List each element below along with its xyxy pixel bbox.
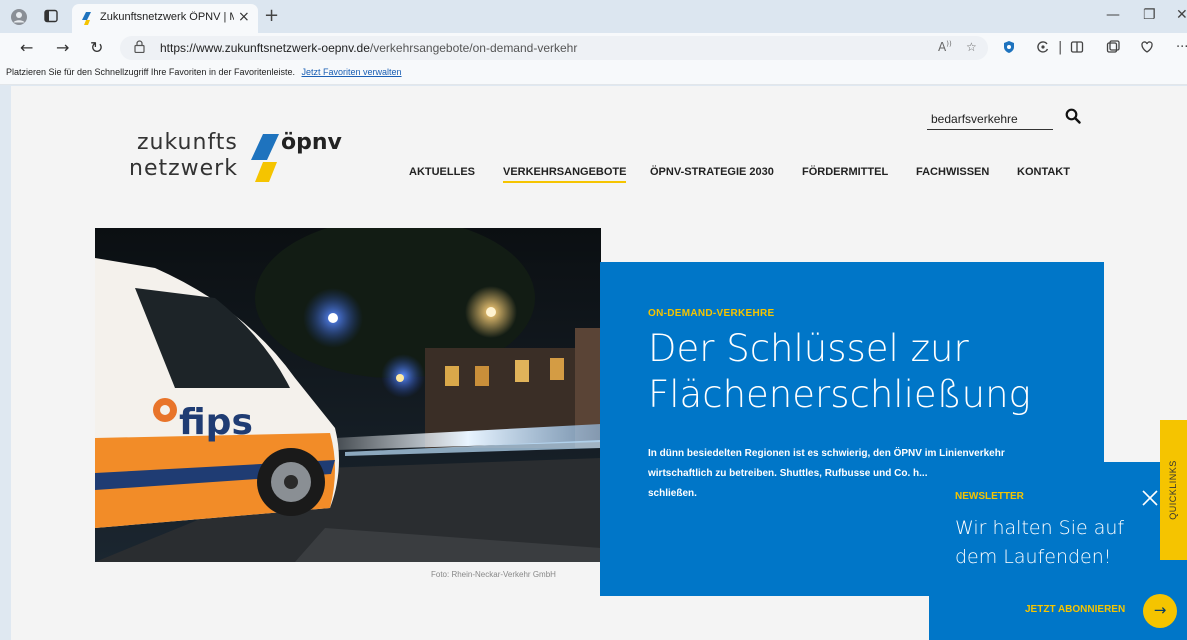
hero-headline: Der Schlüssel zur Flächenerschließung — [648, 327, 1031, 416]
nav-item-foerdermittel[interactable]: FÖRDERMITTEL — [802, 166, 888, 178]
subscribe-link[interactable]: JETZT ABONNIEREN — [1025, 604, 1125, 615]
address-bar[interactable]: https://www.zukunftsnetzwerk-oepnv.de/ve… — [120, 36, 988, 60]
extension-icon[interactable] — [1002, 40, 1016, 58]
logo-mark-icon — [251, 134, 279, 182]
nav-item-verkehrsangebote[interactable]: VERKEHRSANGEBOTE — [503, 166, 627, 183]
lock-icon[interactable] — [134, 40, 145, 56]
favorite-star-icon[interactable]: ☆ — [966, 40, 977, 54]
favorites-bar: Platzieren Sie für den Schnellzugriff Ih… — [0, 63, 1187, 85]
hero-image: fips — [95, 228, 601, 562]
browser-essentials-icon[interactable] — [1036, 40, 1050, 58]
quicklinks-label: QUICKLINKS — [1168, 460, 1178, 520]
tab-close-button[interactable]: × — [238, 9, 250, 25]
favorites-hint: Platzieren Sie für den Schnellzugriff Ih… — [6, 67, 295, 77]
refresh-icon[interactable]: ↻ — [90, 38, 103, 57]
collections-icon[interactable] — [1140, 40, 1154, 58]
logo-word-netzwerk: netzwerk — [129, 156, 238, 181]
logo-word-oepnv: öpnv — [281, 130, 342, 155]
split-screen-icon[interactable] — [1070, 40, 1084, 58]
close-icon[interactable] — [1141, 489, 1159, 507]
newsletter-label: NEWSLETTER — [955, 491, 1024, 502]
profile-icon[interactable] — [10, 8, 28, 26]
browser-tab-active[interactable]: Zukunftsnetzwerk ÖPNV | Mit On × — [72, 4, 258, 33]
divider: | — [1058, 40, 1063, 55]
logo-word-zukunfts: zukunfts — [137, 130, 238, 155]
site-favicon-icon — [82, 12, 91, 25]
nav-item-fachwissen[interactable]: FACHWISSEN — [916, 166, 989, 178]
hero-kicker: ON-DEMAND-VERKEHRE — [648, 308, 775, 319]
newsletter-text: Wir halten Sie auf dem Laufenden! — [955, 517, 1125, 568]
newsletter-flyout: NEWSLETTER Wir halten Sie auf dem Laufen… — [929, 462, 1187, 640]
read-aloud-icon[interactable]: A)) — [938, 40, 952, 54]
minimize-button[interactable]: — — [1106, 7, 1120, 23]
nav-item-kontakt[interactable]: KONTAKT — [1017, 166, 1070, 178]
back-icon[interactable]: ← — [20, 38, 33, 57]
nav-item-aktuelles[interactable]: AKTUELLES — [409, 166, 475, 178]
search-input[interactable]: bedarfsverkehre — [927, 112, 1053, 130]
favorites-icon[interactable] — [1106, 40, 1120, 58]
url-text: https://www.zukunftsnetzwerk-oepnv.de/ve… — [160, 41, 578, 55]
close-window-button[interactable]: ✕ — [1176, 7, 1187, 23]
new-tab-button[interactable]: + — [264, 5, 279, 26]
browser-titlebar: Zukunftsnetzwerk ÖPNV | Mit On × + — ❐ ✕ — [0, 0, 1187, 33]
tab-title: Zukunftsnetzwerk ÖPNV | Mit On — [100, 11, 234, 23]
favorites-manage-link[interactable]: Jetzt Favoriten verwalten — [302, 67, 402, 77]
site-logo[interactable]: zukunfts netzwerk öpnv — [129, 130, 359, 190]
web-page: zukunfts netzwerk öpnv bedarfsverkehre A… — [11, 86, 1187, 640]
nav-item-oepnv-strategie[interactable]: ÖPNV-STRATEGIE 2030 — [650, 166, 774, 178]
tab-actions-icon[interactable] — [42, 8, 60, 26]
search-icon[interactable] — [1065, 108, 1081, 124]
van-brand-text: fips — [179, 402, 253, 443]
restore-button[interactable]: ❐ — [1143, 7, 1156, 23]
arrow-right-icon[interactable]: → — [1143, 594, 1177, 628]
forward-icon[interactable]: → — [56, 38, 69, 57]
quicklinks-tab[interactable]: QUICKLINKS — [1160, 420, 1187, 560]
photo-credit: Foto: Rhein-Neckar-Verkehr GmbH — [431, 570, 556, 579]
browser-toolbar: ← → ↻ https://www.zukunftsnetzwerk-oepnv… — [0, 33, 1187, 63]
more-icon[interactable]: ··· — [1176, 40, 1187, 55]
